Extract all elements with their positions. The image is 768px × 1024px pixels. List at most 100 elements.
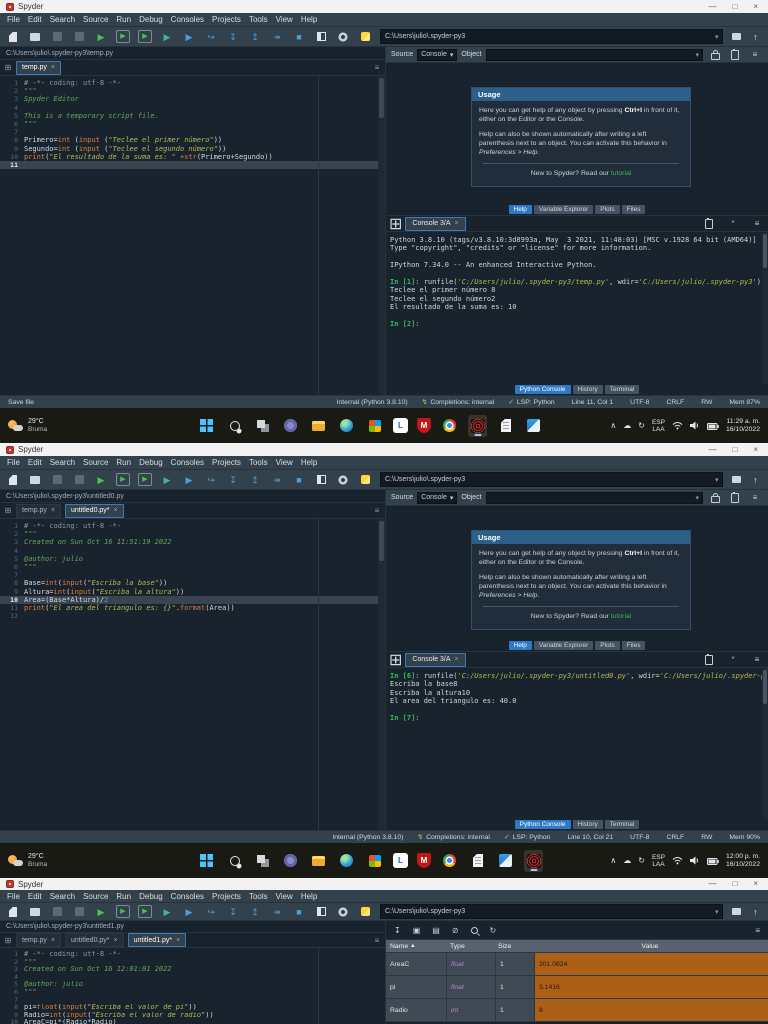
run-button[interactable]: ▶	[94, 473, 108, 487]
libreoffice-button[interactable]: L	[393, 418, 408, 433]
stop-button[interactable]: ■	[292, 905, 306, 919]
code-line[interactable]: 10 AreaC=pi*(Radio*Radio)	[0, 1019, 385, 1024]
menu-item[interactable]: Tools	[246, 15, 271, 24]
code-line[interactable]: 10 print("El resultado de la suma es: " …	[0, 153, 385, 161]
open-file-button[interactable]	[28, 30, 42, 44]
plugin-tab[interactable]: Help	[509, 205, 532, 214]
taskview-button[interactable]	[253, 415, 272, 437]
console-bottom-tab[interactable]: History	[573, 820, 603, 829]
libreoffice-button[interactable]: L	[393, 853, 408, 868]
run-cell-button[interactable]: ▶	[116, 473, 130, 486]
parent-directory-button[interactable]: ↑	[749, 905, 762, 918]
run-selection-button[interactable]: ▶	[160, 30, 174, 44]
menu-item[interactable]: Help	[298, 15, 320, 24]
lock-icon[interactable]	[707, 493, 723, 503]
menu-item[interactable]: File	[4, 458, 23, 467]
plugin-tab[interactable]: Help	[509, 641, 532, 650]
refresh-icon[interactable]: ↻	[490, 926, 497, 935]
menu-item[interactable]: Run	[113, 458, 134, 467]
new-file-button[interactable]	[6, 905, 20, 919]
debug-button[interactable]: ▶	[182, 473, 196, 487]
stop-button[interactable]: ■	[292, 473, 306, 487]
menu-item[interactable]: File	[4, 892, 23, 901]
clock-widget[interactable]: 12:00 p. m. 16/10/2022	[726, 853, 760, 869]
save-button[interactable]	[50, 30, 64, 44]
code-line[interactable]: 1 # -*- coding: utf-8 -*-	[0, 79, 385, 87]
run-cell-advance-button[interactable]: ▶	[138, 30, 152, 43]
clock-widget[interactable]: 11:29 a. m. 16/10/2022	[726, 418, 760, 434]
run-selection-button[interactable]: ▶	[160, 905, 174, 919]
menu-item[interactable]: Run	[113, 892, 134, 901]
maximize-pane-button[interactable]	[314, 905, 328, 919]
notepad-button[interactable]	[496, 415, 515, 437]
save-button[interactable]	[50, 905, 64, 919]
menu-item[interactable]: Search	[47, 458, 78, 467]
menu-item[interactable]: Edit	[25, 892, 45, 901]
step-out-button[interactable]: ↥	[248, 905, 262, 919]
step-into-button[interactable]: ↧	[226, 473, 240, 487]
photos-button[interactable]	[496, 850, 515, 872]
code-line[interactable]: 3 Created on Sun Oct 16 11:51:19 2022	[0, 538, 385, 546]
help-source-combo[interactable]: Console ▾	[417, 492, 457, 504]
column-header-value[interactable]: Value	[532, 943, 768, 950]
close-tab-icon[interactable]: ×	[176, 937, 180, 944]
editor-tab[interactable]: temp.py ×	[16, 504, 61, 518]
editor-scrollbar[interactable]	[378, 76, 385, 395]
speaker-icon[interactable]	[690, 417, 700, 435]
run-button[interactable]: ▶	[94, 30, 108, 44]
import-data-icon[interactable]: ↧	[394, 926, 401, 935]
spyder-button[interactable]	[468, 415, 487, 437]
start-button[interactable]	[197, 850, 216, 872]
menu-item[interactable]: Consoles	[168, 15, 207, 24]
menu-item[interactable]: Edit	[25, 458, 45, 467]
close-tab-icon[interactable]: ×	[455, 220, 459, 227]
continue-button[interactable]: ↠	[270, 30, 284, 44]
browse-tabs-icon[interactable]: ⊞	[2, 936, 14, 945]
code-line[interactable]: 2 """	[0, 959, 385, 967]
onedrive-icon[interactable]: ☁	[623, 421, 631, 430]
run-cell-advance-button[interactable]: ▶	[138, 473, 152, 486]
console-bottom-tab[interactable]: Terminal	[605, 385, 640, 394]
code-line[interactable]: 3 Spyder Editor	[0, 95, 385, 103]
menu-item[interactable]: Debug	[136, 892, 166, 901]
save-all-button[interactable]	[72, 473, 86, 487]
editor-tab[interactable]: untitled0.py* ×	[65, 504, 124, 518]
menu-item[interactable]: Projects	[209, 458, 244, 467]
close-button[interactable]: ×	[753, 2, 758, 12]
close-tab-icon[interactable]: ×	[51, 937, 55, 944]
close-tab-icon[interactable]: ×	[51, 507, 55, 514]
explorer-button[interactable]	[309, 850, 328, 872]
stop-button[interactable]: ■	[292, 30, 306, 44]
maximize-pane-button[interactable]	[314, 30, 328, 44]
explorer-button[interactable]	[309, 415, 328, 437]
menu-item[interactable]: Tools	[246, 458, 271, 467]
continue-button[interactable]: ↠	[270, 473, 284, 487]
variable-row[interactable]: Radio int 1 8	[386, 999, 768, 1022]
options-menu-icon[interactable]: ≡	[371, 506, 383, 515]
options-menu-icon[interactable]: ≡	[749, 655, 765, 664]
menu-item[interactable]: File	[4, 15, 23, 24]
menu-item[interactable]: Debug	[136, 458, 166, 467]
browse-tabs-icon[interactable]: ⊞	[2, 506, 14, 515]
tray-overflow-icon[interactable]: ∧	[610, 421, 616, 430]
maximize-pane-button[interactable]	[314, 473, 328, 487]
editor-tab[interactable]: untitled0.py* ×	[65, 933, 124, 947]
code-line[interactable]: 9 Altura=int(input("Escriba la altura"))	[0, 588, 385, 596]
code-line[interactable]: 4	[0, 547, 385, 555]
code-line[interactable]: 10 Area=(Base*Altura)/2	[0, 596, 385, 604]
working-directory-combo[interactable]: C:\Users\julio\.spyder-py3 ▾	[380, 472, 723, 487]
browse-tabs-icon[interactable]: ⊞	[2, 63, 14, 72]
column-header-name[interactable]: Name ▲	[386, 943, 446, 950]
save-data-as-icon[interactable]: ▤	[432, 926, 440, 935]
close-button[interactable]: ×	[753, 879, 758, 889]
code-line[interactable]: 8 pi=float(input("Escriba el valor de pi…	[0, 1004, 385, 1012]
editor-tab[interactable]: temp.py ×	[16, 933, 61, 947]
menu-item[interactable]: Help	[298, 892, 320, 901]
code-line[interactable]: 2 """	[0, 87, 385, 95]
code-line[interactable]: 5 @author: julio	[0, 555, 385, 563]
save-button[interactable]	[50, 473, 64, 487]
minimize-button[interactable]: —	[708, 445, 716, 455]
browse-directory-button[interactable]	[729, 30, 742, 43]
options-menu-icon[interactable]: ≡	[755, 926, 760, 935]
notepad-button[interactable]	[468, 850, 487, 872]
